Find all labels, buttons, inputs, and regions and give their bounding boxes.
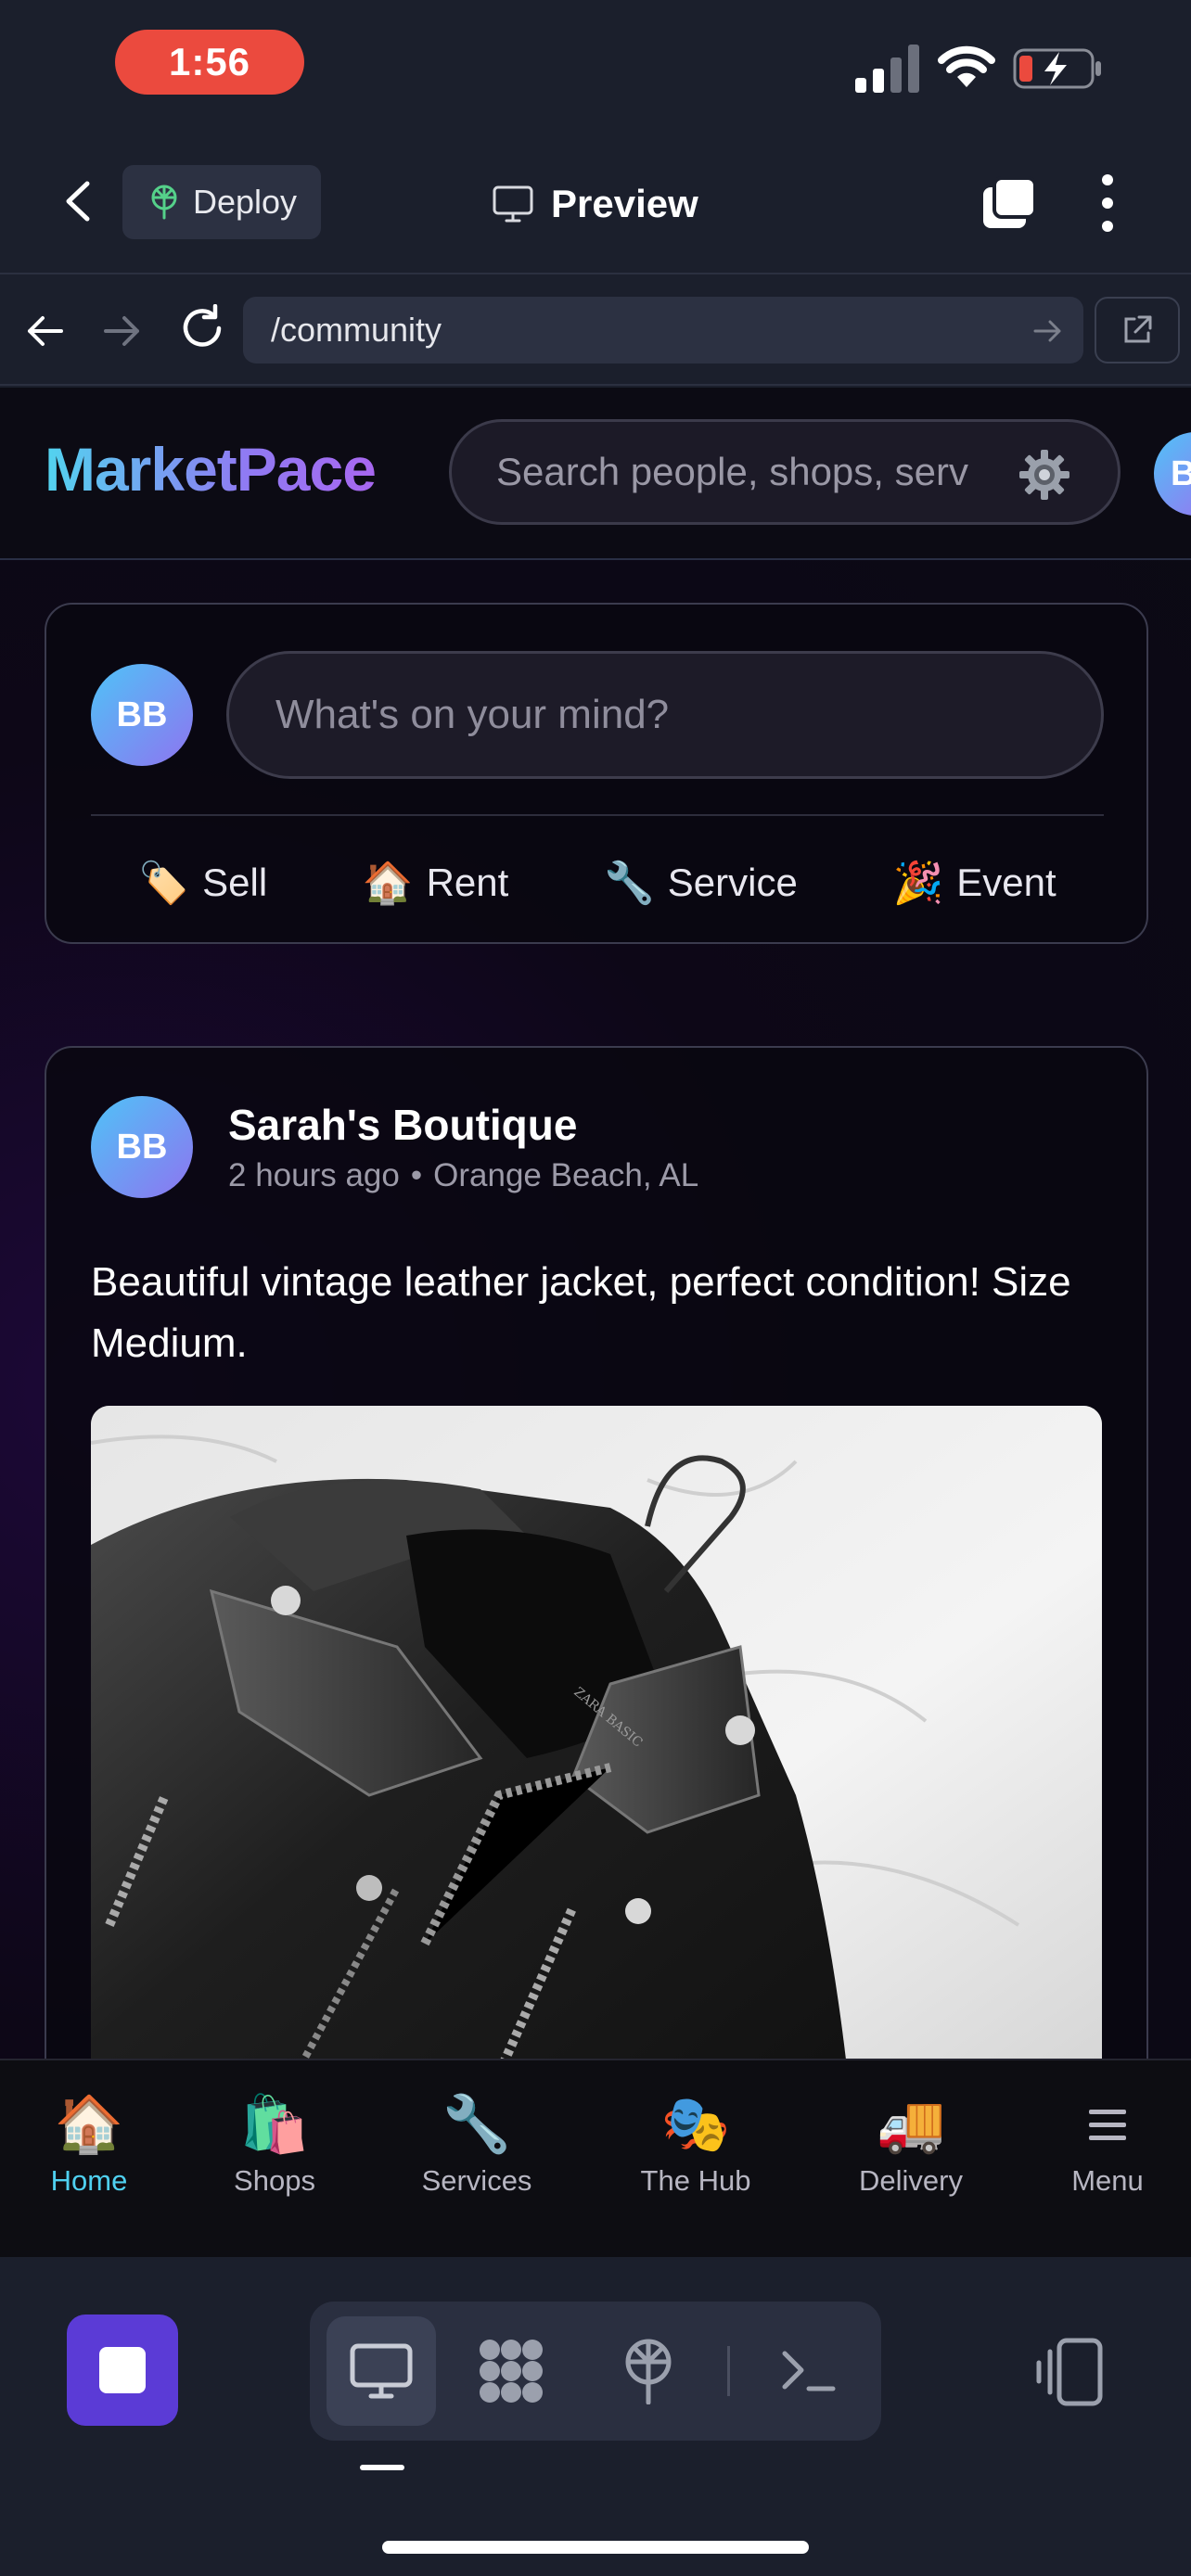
workspace-view-button[interactable]	[456, 2316, 566, 2426]
shopping-bags-icon: 🛍️	[239, 2092, 310, 2157]
avatar[interactable]: BB	[91, 1096, 193, 1198]
service-button[interactable]: 🔧 Service	[604, 859, 798, 907]
post-location: Orange Beach, AL	[433, 1157, 699, 1193]
more-options-icon[interactable]	[1095, 172, 1121, 234]
deploy-icon	[625, 2339, 672, 2404]
reload-icon[interactable]	[178, 304, 226, 352]
divider	[727, 2346, 730, 2396]
deploy-icon	[151, 185, 177, 220]
delivery-truck-icon: 🚚	[876, 2092, 946, 2157]
stop-icon	[99, 2347, 146, 2393]
view-switcher	[310, 2302, 881, 2441]
nav-delivery[interactable]: 🚚 Delivery	[827, 2094, 994, 2198]
site-search-box[interactable]	[449, 419, 1121, 525]
post-image-leather-jacket[interactable]: ZARA BASIC	[91, 1406, 1102, 2059]
house-icon: 🏠	[54, 2092, 124, 2157]
user-avatar[interactable]: B	[1154, 432, 1191, 516]
app-header: Deploy Preview	[0, 130, 1191, 274]
tabs-icon[interactable]	[980, 176, 1039, 232]
ide-toolbar	[0, 2257, 1191, 2576]
wrench-icon: 🔧	[442, 2092, 512, 2157]
event-button[interactable]: 🎉 Event	[892, 859, 1056, 907]
screen-recording-time[interactable]: 1:56	[115, 30, 304, 95]
url-text: /community	[271, 311, 442, 349]
leather-jacket-image: ZARA BASIC	[91, 1406, 1102, 2059]
post-composer: BB What's on your mind? 🏷️ Sell 🏠 Rent 🔧…	[45, 603, 1148, 944]
divider	[91, 814, 1104, 816]
post-text: Beautiful vintage leather jacket, perfec…	[91, 1259, 1071, 1366]
external-link-icon	[1124, 315, 1152, 343]
deploy-button[interactable]: Deploy	[122, 165, 321, 239]
webpage-preview: MarketPace B BB W	[0, 388, 1191, 2059]
preview-view-button[interactable]	[327, 2316, 436, 2426]
monitor-icon	[350, 2343, 413, 2399]
nav-menu-label: Menu	[1071, 2164, 1144, 2197]
monitor-icon	[493, 185, 533, 223]
deploy-view-button[interactable]	[594, 2316, 703, 2426]
sell-button[interactable]: 🏷️ Sell	[138, 859, 267, 907]
wrench-icon: 🔧	[603, 860, 655, 907]
nav-delivery-label: Delivery	[859, 2164, 963, 2197]
preview-title: Preview	[492, 176, 698, 232]
house-icon: 🏠	[362, 860, 414, 907]
browser-back-icon[interactable]	[24, 310, 67, 352]
nav-the-hub[interactable]: 🎭 The Hub	[612, 2094, 779, 2198]
home-indicator	[382, 2541, 809, 2554]
post-card: BB Sarah's Boutique 2 hours ago • Orange…	[45, 1046, 1148, 2059]
nav-shops[interactable]: 🛍️ Shops	[191, 2094, 358, 2198]
nav-menu[interactable]: Menu	[1024, 2094, 1191, 2198]
avatar[interactable]: BB	[91, 664, 193, 766]
preview-label: Preview	[551, 182, 698, 225]
theater-masks-icon: 🎭	[660, 2092, 731, 2157]
post-meta: 2 hours ago • Orange Beach, AL	[228, 1157, 698, 1194]
rent-button[interactable]: 🏠 Rent	[363, 859, 509, 907]
hamburger-menu-icon	[1089, 2094, 1126, 2155]
meta-separator: •	[410, 1157, 423, 1193]
browser-bar: /community	[0, 276, 1191, 386]
device-frame-icon[interactable]	[1031, 2335, 1106, 2409]
nav-home[interactable]: 🏠 Home	[6, 2094, 173, 2198]
cluster-grid-icon	[480, 2340, 543, 2403]
sell-label: Sell	[202, 861, 268, 904]
console-view-button[interactable]	[753, 2316, 863, 2426]
terminal-icon	[782, 2351, 836, 2391]
site-header: MarketPace B	[0, 388, 1191, 560]
site-search-input[interactable]	[496, 450, 997, 494]
url-field[interactable]: /community	[243, 297, 1083, 363]
stop-button[interactable]	[67, 2315, 178, 2426]
browser-forward-icon[interactable]	[100, 310, 143, 352]
nav-shops-label: Shops	[234, 2164, 315, 2197]
go-arrow-icon[interactable]	[1031, 315, 1063, 347]
service-label: Service	[667, 861, 798, 904]
nav-services-label: Services	[421, 2164, 532, 2197]
back-chevron-icon[interactable]	[56, 178, 102, 224]
post-author[interactable]: Sarah's Boutique	[228, 1100, 577, 1150]
tag-icon: 🏷️	[138, 860, 190, 907]
post-time: 2 hours ago	[228, 1157, 400, 1193]
party-popper-icon: 🎉	[892, 860, 944, 907]
site-bottom-nav: 🏠 Home 🛍️ Shops 🔧 Services 🎭 The Hub 🚚 D…	[0, 2059, 1191, 2257]
nav-home-label: Home	[50, 2164, 128, 2197]
event-label: Event	[956, 861, 1057, 904]
gear-icon[interactable]	[1018, 448, 1071, 502]
wifi-icon	[938, 45, 995, 87]
nav-the-hub-label: The Hub	[640, 2164, 751, 2197]
cellular-signal-icon	[855, 45, 919, 93]
whats-on-your-mind-input[interactable]: What's on your mind?	[226, 651, 1104, 779]
battery-charging-icon	[1013, 48, 1101, 89]
nav-services[interactable]: 🔧 Services	[393, 2094, 560, 2198]
site-logo[interactable]: MarketPace	[45, 434, 377, 504]
status-bar: 1:56	[0, 0, 1191, 130]
open-external-button[interactable]	[1095, 297, 1180, 363]
active-view-indicator	[360, 2465, 404, 2470]
post-type-actions: 🏷️ Sell 🏠 Rent 🔧 Service 🎉 Event	[91, 820, 1104, 946]
deploy-label: Deploy	[193, 183, 298, 221]
rent-label: Rent	[426, 861, 509, 904]
